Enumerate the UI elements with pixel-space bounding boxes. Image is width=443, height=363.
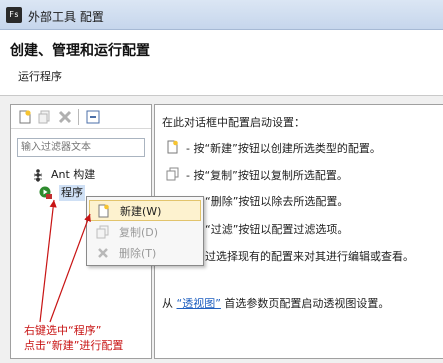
toolbar-separator: [78, 109, 79, 125]
delete-icon[interactable]: [57, 109, 73, 125]
help-line-edit: 过选择现有的配置来对其进行编辑或查看。: [205, 250, 414, 263]
menu-item-label: 复制(D): [119, 226, 159, 239]
filter-input[interactable]: [17, 138, 145, 157]
header-title: 创建、管理和运行配置: [10, 43, 150, 59]
duplicate-icon: [96, 225, 110, 239]
menu-item-label: 删除(T): [119, 247, 157, 260]
delete-icon: [96, 246, 110, 260]
app-icon: Fs: [6, 7, 22, 23]
tree-item-label: Ant 构建: [51, 168, 96, 181]
annotation-line-1: 右键选中“程序”: [24, 324, 102, 337]
menu-item-duplicate[interactable]: 复制(D): [89, 222, 201, 243]
header-subtitle: 运行程序: [18, 70, 62, 83]
window-titlebar: Fs 外部工具 配置: [0, 0, 443, 30]
perspectives-link[interactable]: “透视图”: [177, 297, 221, 310]
window-title: 外部工具 配置: [28, 10, 104, 24]
help-footer: 从 “透视图” 首选参数页配置启动透视图设置。: [162, 295, 389, 311]
menu-item-delete[interactable]: 删除(T): [89, 243, 201, 264]
collapse-icon[interactable]: [85, 109, 101, 125]
dialog-header: 创建、管理和运行配置 运行程序: [0, 30, 443, 96]
new-config-icon: [97, 204, 111, 218]
help-line-new: - 按“新建”按钮以创建所选类型的配置。: [186, 142, 381, 155]
menu-item-new[interactable]: 新建(W): [89, 200, 201, 221]
program-icon: [39, 186, 53, 200]
footer-suffix: 首选参数页配置启动透视图设置。: [224, 297, 390, 310]
help-line-duplicate: - 按“复制”按钮以复制所选配置。: [186, 169, 348, 182]
tree-item-label: 程序: [59, 185, 85, 201]
annotation-note: 右键选中“程序” 点击“新建”进行配置: [24, 323, 123, 353]
annotation-line-2: 点击“新建”进行配置: [24, 339, 124, 352]
help-intro: 在此对话框中配置启动设置：: [162, 116, 305, 129]
ant-icon: [31, 168, 45, 182]
duplicate-icon[interactable]: [37, 109, 53, 125]
new-config-icon[interactable]: [17, 109, 33, 125]
footer-prefix: 从: [162, 297, 173, 310]
duplicate-icon: [166, 167, 180, 181]
config-toolbar: [11, 105, 151, 129]
new-config-icon: [166, 140, 180, 154]
menu-item-label: 新建(W): [120, 205, 162, 218]
context-menu: 新建(W) 复制(D) 删除(T): [86, 196, 204, 266]
help-line-filter: “过滤”按钮以配置过滤选项。: [205, 223, 349, 236]
tree-item-ant-build[interactable]: Ant 构建: [31, 167, 141, 183]
help-line-delete: “删除”按钮以除去所选配置。: [205, 195, 349, 208]
